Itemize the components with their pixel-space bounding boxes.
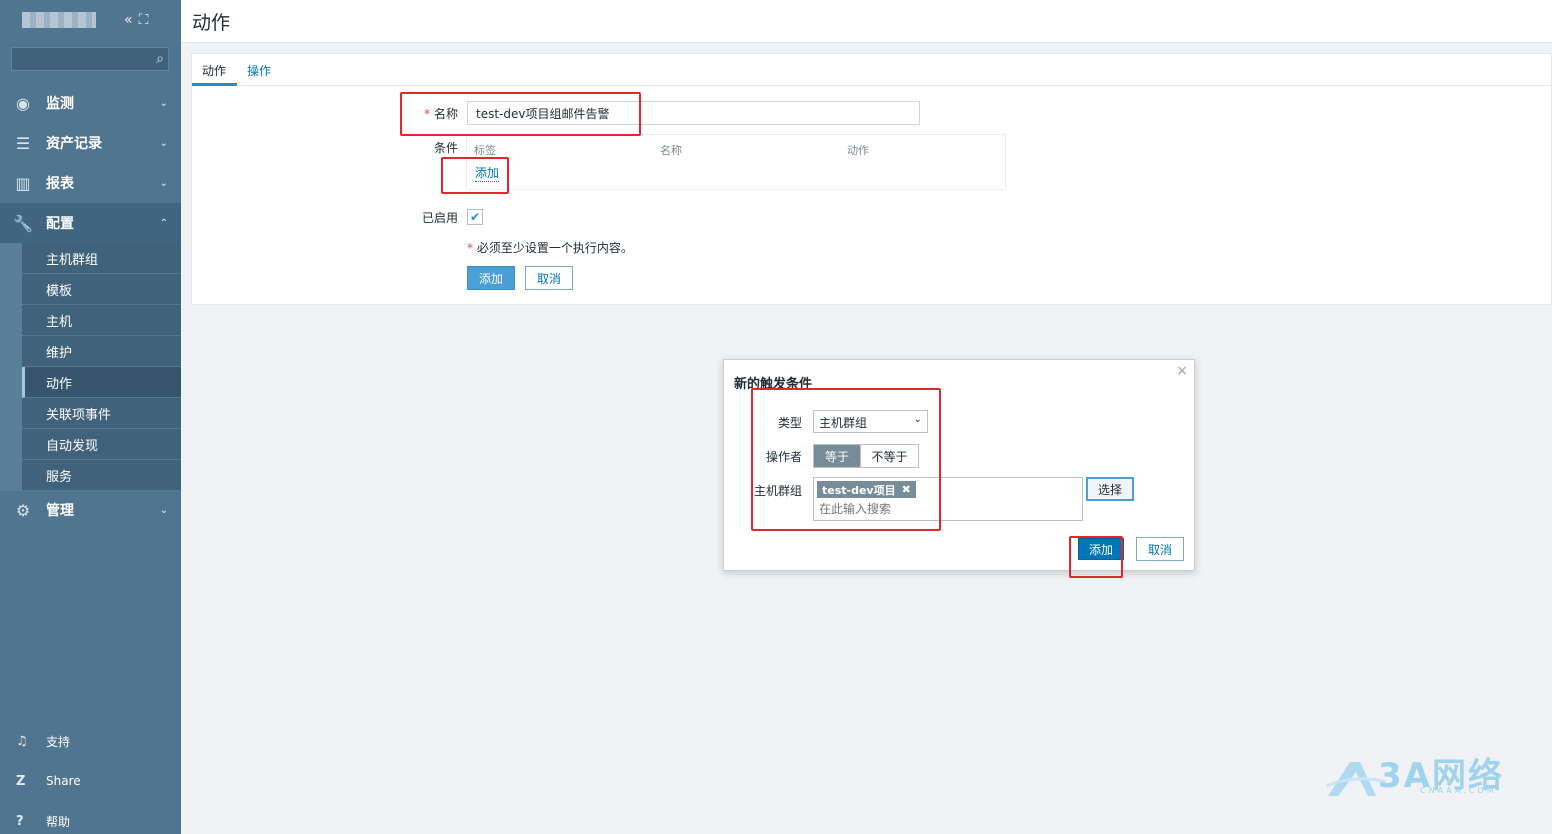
submenu-item-maintenance[interactable]: 维护 xyxy=(22,336,181,367)
menu-reports[interactable]: ▥ 报表 ⌄ xyxy=(0,163,181,203)
sidebar: «⛶ ⌕ ◉ 监测 ⌄ ☰ 资产记录 ⌄ ▥ 报表 ⌄ 🔧 配置 ⌃ 主机群组 … xyxy=(0,0,181,834)
active-tab-indicator xyxy=(192,83,237,86)
collapse-icon[interactable]: « xyxy=(124,12,139,28)
submenu-item-discovery[interactable]: 自动发现 xyxy=(22,429,181,460)
watermark-subtext: CNAAA.COM xyxy=(1420,786,1497,795)
sidebar-tools: «⛶ xyxy=(124,12,154,28)
footer-support[interactable]: ♫ 支持 xyxy=(0,726,181,756)
list-icon: ☰ xyxy=(15,133,31,153)
operator-label: 操作者 xyxy=(765,450,802,464)
cond-header-action: 动作 xyxy=(847,144,869,157)
chevron-down-icon: ⌄ xyxy=(159,504,168,516)
admin-menu: ⚙ 管理 ⌄ xyxy=(0,490,181,530)
menu-inventory[interactable]: ☰ 资产记录 ⌄ xyxy=(0,123,181,163)
submenu-item-templates[interactable]: 模板 xyxy=(22,274,181,305)
footer-label: Share xyxy=(46,774,81,788)
search-icon[interactable]: ⌕ xyxy=(156,51,164,67)
tab-bar: 动作 操作 xyxy=(192,54,1551,86)
dialog-cancel-button[interactable]: 取消 xyxy=(1136,537,1184,561)
chevron-up-icon: ⌃ xyxy=(159,217,168,229)
menu-administration[interactable]: ⚙ 管理 ⌄ xyxy=(0,490,181,530)
chevron-down-icon: ⌄ xyxy=(913,414,922,425)
wrench-icon: 🔧 xyxy=(13,213,33,233)
bar-chart-icon: ▥ xyxy=(15,173,31,193)
enabled-checkbox[interactable]: ✔ xyxy=(467,209,483,225)
tab-action[interactable]: 动作 xyxy=(202,62,226,79)
conditions-label: 条件 xyxy=(433,141,458,155)
submenu-item-correlation[interactable]: 关联项事件 xyxy=(22,398,181,429)
hostgroup-multiselect[interactable]: test-dev项目 ✖ xyxy=(813,477,1083,521)
hostgroup-chip: test-dev项目 ✖ xyxy=(817,481,916,498)
page-title: 动作 xyxy=(192,12,231,34)
chevron-down-icon: ⌄ xyxy=(159,137,168,149)
footer-share[interactable]: Z Share xyxy=(0,766,181,796)
action-form-panel: 动作 操作 * 名称 条件 标签 名称 动作 添加 已启用 ✔ * 必须至少设置… xyxy=(191,53,1552,305)
chip-label: test-dev项目 xyxy=(822,483,896,497)
operator-toggle: 等于 不等于 xyxy=(813,444,919,468)
cancel-button[interactable]: 取消 xyxy=(525,266,573,290)
type-label: 类型 xyxy=(777,416,802,430)
new-condition-dialog: 新的触发条件 × 类型 主机群组 ⌄ 操作者 等于 不等于 主机群组 test-… xyxy=(723,359,1195,571)
main-menu: ◉ 监测 ⌄ ☰ 资产记录 ⌄ ▥ 报表 ⌄ 🔧 配置 ⌃ xyxy=(0,83,181,243)
operator-not-equals[interactable]: 不等于 xyxy=(860,445,918,467)
hostgroup-search-input[interactable] xyxy=(819,502,1019,516)
submenu-item-hostgroups[interactable]: 主机群组 xyxy=(22,243,181,274)
eye-icon: ◉ xyxy=(16,93,30,113)
dialog-add-button[interactable]: 添加 xyxy=(1078,538,1124,560)
menu-label: 资产记录 xyxy=(46,136,102,152)
menu-configuration[interactable]: 🔧 配置 ⌃ xyxy=(0,203,181,243)
submenu-item-actions[interactable]: 动作 xyxy=(22,367,181,398)
name-input[interactable] xyxy=(467,101,920,125)
name-label: * 名称 xyxy=(424,107,458,121)
operator-equals[interactable]: 等于 xyxy=(814,445,860,467)
enabled-label: 已启用 xyxy=(421,211,458,225)
watermark-logo: 3A网络 CNAAA.COM xyxy=(1326,748,1526,804)
help-icon: ? xyxy=(16,813,24,829)
chevron-down-icon: ⌄ xyxy=(159,97,168,109)
close-icon[interactable]: × xyxy=(1176,363,1188,379)
type-select[interactable]: 主机群组 ⌄ xyxy=(813,410,928,433)
page-header: 动作 xyxy=(181,0,1552,43)
gear-icon: ⚙ xyxy=(15,500,31,520)
add-button[interactable]: 添加 xyxy=(467,266,515,290)
remove-chip-icon[interactable]: ✖ xyxy=(902,483,911,496)
watermark-swoosh-icon xyxy=(1326,762,1386,796)
menu-label: 管理 xyxy=(46,503,74,519)
menu-label: 报表 xyxy=(46,176,74,192)
menu-label: 配置 xyxy=(46,216,74,232)
cond-header-label: 标签 xyxy=(474,144,496,157)
submenu-item-hosts[interactable]: 主机 xyxy=(22,305,181,336)
menu-monitoring[interactable]: ◉ 监测 ⌄ xyxy=(0,83,181,123)
add-condition-link[interactable]: 添加 xyxy=(475,164,500,182)
config-submenu: 主机群组 模板 主机 维护 动作 关联项事件 自动发现 服务 xyxy=(0,243,181,491)
share-icon: Z xyxy=(16,773,26,789)
conditions-table: 标签 名称 动作 添加 xyxy=(466,134,1006,190)
chevron-down-icon: ⌄ xyxy=(159,177,168,189)
required-note: * 必须至少设置一个执行内容。 xyxy=(467,241,633,255)
footer-help[interactable]: ? 帮助 xyxy=(0,806,181,834)
hostgroup-label: 主机群组 xyxy=(753,484,802,498)
type-selected-value: 主机群组 xyxy=(819,416,868,430)
sidebar-search-input[interactable]: ⌕ xyxy=(11,47,169,71)
footer-label: 帮助 xyxy=(46,814,71,829)
submenu-item-services[interactable]: 服务 xyxy=(22,460,181,491)
dialog-title: 新的触发条件 xyxy=(734,377,813,392)
headset-icon: ♫ xyxy=(16,733,28,749)
logo[interactable] xyxy=(22,12,96,28)
footer-label: 支持 xyxy=(46,734,71,749)
expand-icon[interactable]: ⛶ xyxy=(139,12,155,28)
tab-operations[interactable]: 操作 xyxy=(247,62,271,79)
select-button[interactable]: 选择 xyxy=(1086,477,1134,501)
menu-label: 监测 xyxy=(46,96,74,112)
cond-header-name: 名称 xyxy=(660,144,682,157)
